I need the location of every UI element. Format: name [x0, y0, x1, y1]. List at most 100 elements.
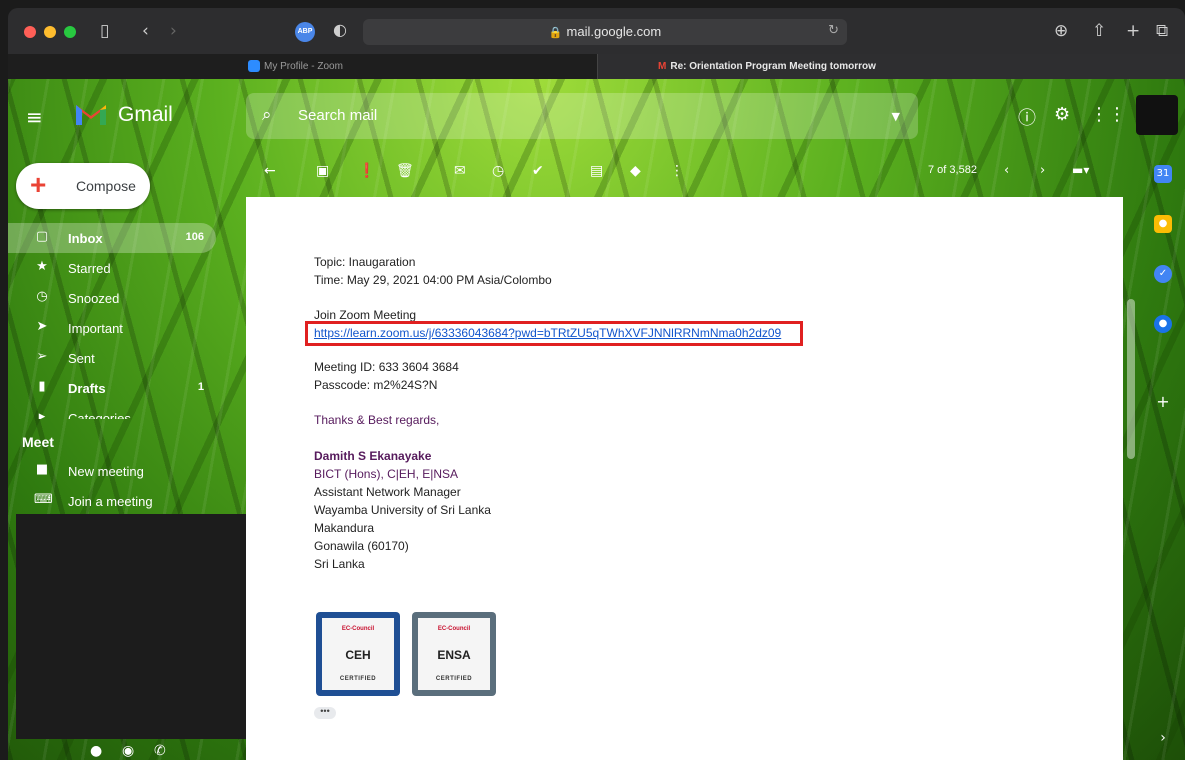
zoom-window-button[interactable]: [64, 26, 76, 38]
inbox-icon: ▢: [35, 229, 49, 244]
newer-icon[interactable]: ‹: [1004, 163, 1009, 178]
compose-label: Compose: [76, 178, 136, 194]
compose-button[interactable]: + Compose: [16, 163, 150, 209]
account-avatar[interactable]: [1136, 95, 1178, 135]
input-tools-icon[interactable]: ▬▾: [1072, 163, 1089, 177]
important-icon: ➤: [36, 319, 48, 334]
gmail-wordmark: Gmail: [118, 103, 173, 126]
contacts-icon[interactable]: ●: [90, 743, 102, 759]
meeting-id: Meeting ID: 633 3604 3684: [314, 360, 459, 374]
nav-item-inbox[interactable]: ▢ Inbox 106: [8, 223, 216, 253]
tasks-icon[interactable]: ✓: [1154, 265, 1172, 283]
new-meeting-button[interactable]: ■ New meeting: [8, 456, 240, 486]
draft-icon: ▮: [38, 379, 46, 394]
contacts-icon[interactable]: ●: [1154, 315, 1172, 333]
hangouts-panel: [16, 514, 246, 739]
labels-icon[interactable]: ◆: [630, 163, 641, 179]
search-options-icon[interactable]: ▼: [892, 110, 900, 123]
tab-overview-icon[interactable]: ⧉: [1156, 20, 1168, 42]
signature-name: Damith S Ekanayake: [314, 449, 432, 463]
browser-toolbar: ▯ ‹ › ABP ◐ 🔒 mail.google.com ↻ ⊕ ⇧ + ⧉: [8, 8, 1185, 54]
ceh-certification-badge: EC-Council CEH CERTIFIED: [316, 612, 400, 696]
adblock-extension-icon[interactable]: ABP: [295, 22, 315, 42]
more-actions-icon[interactable]: ⋮: [670, 163, 684, 179]
side-panel: 31 ● ✓ ● + ›: [1143, 149, 1185, 760]
snooze-icon[interactable]: ◷: [492, 163, 504, 179]
pagination-count: 7 of 3,582: [928, 164, 977, 176]
report-spam-icon[interactable]: ❗: [358, 163, 375, 179]
tab-gmail-message[interactable]: M Re: Orientation Program Meeting tomorro…: [598, 54, 1185, 79]
calendar-icon[interactable]: 31: [1154, 165, 1172, 183]
gmail-app: ≡ Gmail ⌕ Search mail ▼ ⓘ ⚙ ⋮⋮ + Compose…: [8, 79, 1185, 760]
nav-item-drafts[interactable]: ▮ Drafts 1: [8, 373, 240, 403]
browser-window: ▯ ‹ › ABP ◐ 🔒 mail.google.com ↻ ⊕ ⇧ + ⧉ M…: [8, 8, 1185, 760]
settings-gear-icon[interactable]: ⚙: [1054, 104, 1070, 125]
mark-unread-icon[interactable]: ✉: [454, 163, 466, 179]
move-to-icon[interactable]: ▤: [590, 163, 603, 179]
signature-line: Sri Lanka: [314, 557, 365, 571]
nav-item-categories[interactable]: ▸ Categories: [8, 403, 240, 419]
main-menu-icon[interactable]: ≡: [26, 105, 43, 129]
join-meeting-button[interactable]: ⌨ Join a meeting: [8, 486, 240, 516]
search-input[interactable]: Search mail: [298, 107, 377, 124]
show-side-panel-icon[interactable]: ›: [1154, 729, 1172, 747]
gmail-logo-icon: [76, 105, 106, 125]
badge-certified: CERTIFIED: [339, 676, 377, 682]
privacy-shield-icon[interactable]: ◐: [333, 20, 347, 39]
label-icon: ▸: [38, 409, 46, 419]
apps-grid-icon[interactable]: ⋮⋮: [1090, 104, 1126, 125]
nav-item-important[interactable]: ➤ Important: [8, 313, 240, 343]
signature-line: Assistant Network Manager: [314, 485, 461, 499]
badge-issuer: EC-Council: [341, 626, 375, 632]
minimize-window-button[interactable]: [44, 26, 56, 38]
nav-label: Drafts: [68, 381, 106, 396]
nav-item-snoozed[interactable]: ◷ Snoozed: [8, 283, 240, 313]
back-icon[interactable]: ‹: [142, 20, 149, 42]
sidebar-toggle-icon[interactable]: ▯: [100, 20, 109, 42]
tab-zoom-profile[interactable]: My Profile - Zoom: [8, 54, 598, 79]
ensa-certification-badge: EC-Council ENSA CERTIFIED: [412, 612, 496, 696]
badge-title: ENSA: [437, 648, 471, 662]
phone-icon[interactable]: ✆: [154, 743, 166, 759]
link-highlight-box: [305, 321, 803, 346]
signature-line: Wayamba University of Sri Lanka: [314, 503, 491, 517]
tab-label: Re: Orientation Program Meeting tomorrow: [670, 61, 876, 72]
search-icon[interactable]: ⌕: [262, 105, 272, 125]
address-bar[interactable]: 🔒 mail.google.com ↻: [363, 19, 847, 45]
nav-item-sent[interactable]: ➢ Sent: [8, 343, 240, 373]
downloads-icon[interactable]: ⊕: [1054, 20, 1068, 42]
new-tab-icon[interactable]: +: [1126, 20, 1140, 42]
nav-label: Join a meeting: [68, 494, 153, 509]
meeting-topic: Topic: Inaugaration: [314, 255, 416, 269]
back-to-inbox-icon[interactable]: ←: [264, 163, 276, 179]
signature-line: Makandura: [314, 521, 375, 535]
badge-title: CEH: [345, 648, 371, 662]
search-bar[interactable]: ⌕ Search mail ▼: [246, 93, 918, 139]
forward-icon[interactable]: ›: [170, 20, 177, 42]
url-text: mail.google.com: [566, 24, 662, 39]
nav-label: New meeting: [68, 464, 144, 479]
delete-icon[interactable]: 🗑: [396, 163, 414, 179]
share-icon[interactable]: ⇧: [1092, 20, 1106, 42]
add-task-icon[interactable]: ✔: [532, 163, 544, 179]
meeting-time: Time: May 29, 2021 04:00 PM Asia/Colombo: [314, 273, 552, 287]
close-window-button[interactable]: [24, 26, 36, 38]
help-icon[interactable]: ⓘ: [1018, 104, 1036, 130]
video-icon: ■: [35, 462, 49, 477]
star-icon: ★: [36, 259, 48, 274]
nav-label: Starred: [68, 261, 111, 276]
archive-icon[interactable]: ▣: [316, 163, 329, 179]
keyboard-icon: ⌨: [34, 492, 53, 507]
clock-icon: ◷: [36, 289, 48, 304]
passcode: Passcode: m2%24S?N: [314, 378, 438, 392]
get-addons-icon[interactable]: +: [1154, 393, 1172, 411]
chat-icon[interactable]: ◉: [122, 743, 134, 759]
keep-icon[interactable]: ●: [1154, 215, 1172, 233]
reload-icon[interactable]: ↻: [828, 23, 839, 38]
tab-label: My Profile - Zoom: [264, 61, 343, 72]
send-icon: ➢: [36, 349, 48, 364]
show-trimmed-content-button[interactable]: •••: [314, 707, 336, 719]
nav-item-starred[interactable]: ★ Starred: [8, 253, 240, 283]
older-icon[interactable]: ›: [1040, 163, 1045, 178]
scrollbar[interactable]: [1127, 299, 1135, 459]
